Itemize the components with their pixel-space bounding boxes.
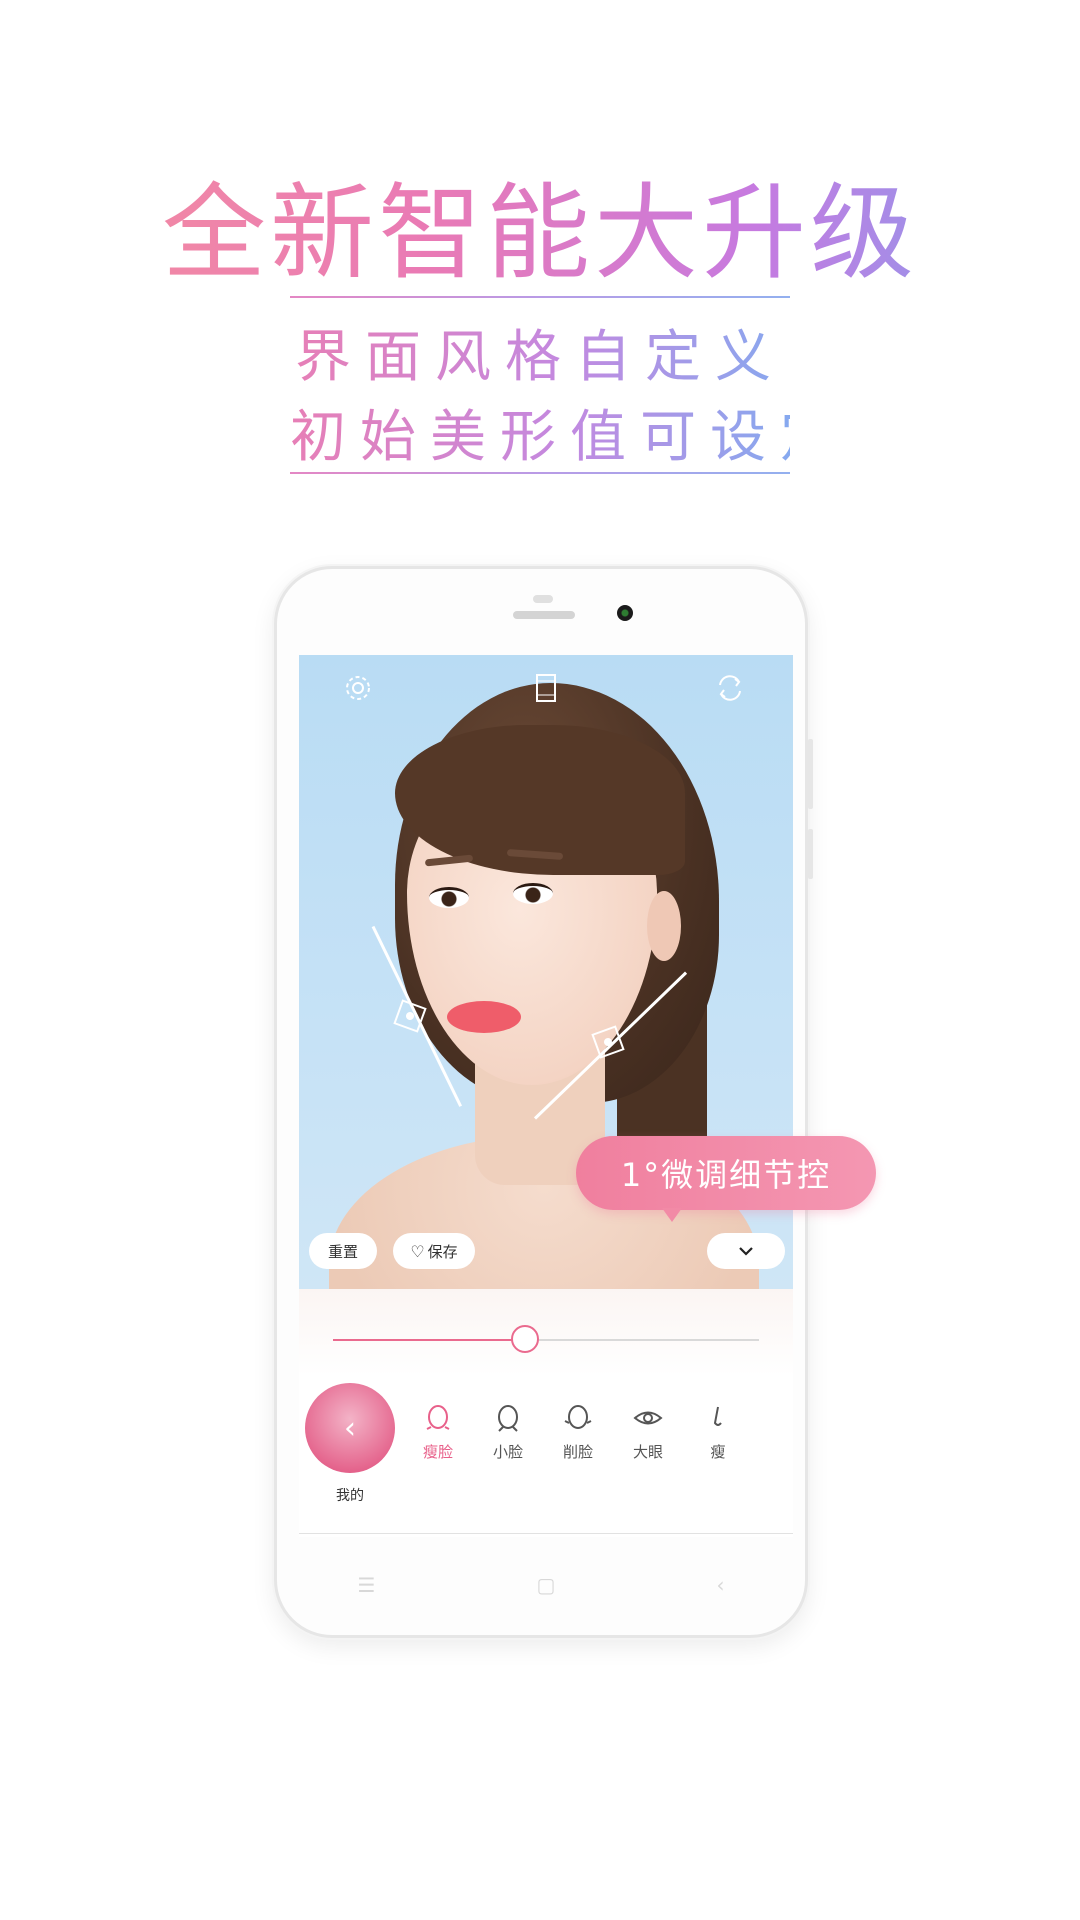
divider-bottom	[290, 472, 790, 474]
slider-knob[interactable]	[510, 1325, 539, 1353]
collapse-button[interactable]	[707, 1233, 785, 1269]
face-shave-icon	[564, 1405, 592, 1429]
tool-face-small[interactable]: 小脸	[473, 1401, 543, 1462]
heart-icon: ♡	[410, 1241, 425, 1261]
beauty-panel: ‹ 我的 瘦脸 小脸 削脸 大眼 瘦	[299, 1289, 793, 1537]
gear-icon[interactable]	[343, 673, 373, 709]
divider-top	[290, 296, 790, 298]
reset-button[interactable]: 重置	[309, 1233, 377, 1269]
phone-frame: 重置 ♡ 保存 ‹ 我的 瘦脸 小脸 削脸 大眼 瘦 ☰ ▢ ‹	[274, 566, 813, 1638]
front-camera-icon	[617, 605, 633, 621]
save-button[interactable]: ♡ 保存	[393, 1233, 475, 1269]
reset-label: 重置	[327, 1242, 358, 1261]
subtitle-line1: 界面风格自定义	[290, 312, 790, 393]
proximity-sensor	[533, 595, 553, 603]
app-screen: 重置 ♡ 保存 ‹ 我的 瘦脸 小脸 削脸 大眼 瘦	[299, 655, 793, 1537]
my-preset-label: 我的	[336, 1488, 364, 1504]
home-icon[interactable]: ▢	[537, 1573, 556, 1597]
volume-button	[808, 739, 813, 809]
left-eye	[429, 887, 469, 908]
promo-page: 全新智能大升级 界面风格自定义 初始美形值可设定 重置 ♡ 保存 ‹ 我的 瘦脸…	[0, 0, 1080, 1920]
tool-eye-enlarge[interactable]: 大眼	[613, 1401, 683, 1462]
tooltip-text: 1°微调细节控	[620, 1156, 832, 1194]
menu-icon[interactable]: ☰	[358, 1573, 376, 1597]
my-preset-button[interactable]: ‹	[305, 1383, 395, 1473]
camera-switch-icon[interactable]	[715, 673, 745, 709]
tool-face-shave[interactable]: 削脸	[543, 1401, 613, 1462]
earpiece-speaker	[513, 611, 575, 619]
power-button	[808, 829, 813, 879]
headline: 全新智能大升级	[0, 148, 1080, 299]
lips	[447, 1001, 521, 1033]
right-eye	[513, 883, 553, 904]
system-nav-bar: ☰ ▢ ‹	[277, 1555, 805, 1615]
save-label: 保存	[427, 1242, 458, 1261]
aspect-ratio-icon[interactable]	[535, 673, 557, 709]
chevron-down-icon	[739, 1247, 753, 1256]
subtitle-line2: 初始美形值可设定	[290, 392, 836, 473]
fine-tune-tooltip: 1°微调细节控	[576, 1136, 876, 1222]
panel-divider	[299, 1533, 793, 1534]
tool-label: 瘦	[710, 1443, 726, 1461]
face-small-icon	[498, 1405, 518, 1432]
tool-nose-slim[interactable]: 瘦	[683, 1401, 753, 1462]
tool-label: 瘦脸	[422, 1443, 453, 1461]
tool-face-slim[interactable]: 瘦脸	[403, 1401, 473, 1462]
chevron-left-icon: ‹	[344, 1410, 356, 1446]
slider-fill	[333, 1339, 525, 1341]
tool-label: 小脸	[492, 1443, 523, 1461]
back-icon[interactable]: ‹	[716, 1573, 724, 1597]
ear	[647, 891, 681, 961]
nose-slim-icon	[713, 1406, 722, 1426]
tool-label: 大眼	[632, 1443, 663, 1461]
face-slim-icon	[426, 1405, 450, 1430]
eye-enlarge-icon	[633, 1411, 663, 1425]
tool-label: 削脸	[562, 1443, 593, 1461]
